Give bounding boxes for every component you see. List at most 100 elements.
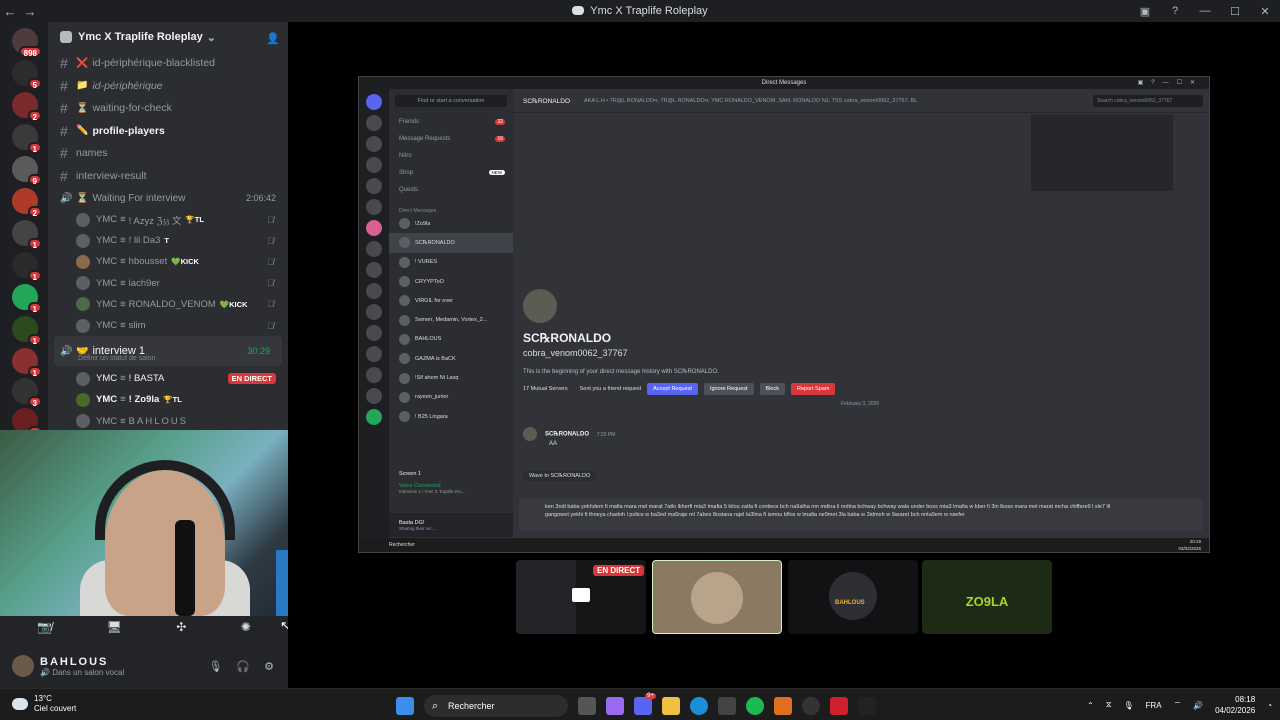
server-icon — [366, 199, 382, 215]
avatar[interactable] — [12, 655, 34, 677]
language-indicator[interactable]: FRA — [1146, 701, 1162, 710]
network-icon[interactable]: ⧖ — [1106, 700, 1112, 710]
store-icon[interactable] — [718, 697, 736, 715]
minimize-button[interactable]: — — [1190, 5, 1220, 17]
headphones-icon[interactable]: 🎧 — [236, 660, 250, 673]
server-icon[interactable]: 3 — [12, 378, 42, 408]
edge-icon[interactable] — [690, 697, 708, 715]
microphone-icon[interactable]: 🎙 — [1123, 701, 1133, 710]
server-icon[interactable]: 5 — [12, 60, 42, 90]
channel-status-hint[interactable]: Définir un statut de salon — [78, 355, 155, 362]
microphone-icon[interactable]: 🎙 — [208, 660, 222, 673]
server-icon[interactable]: 1 — [12, 124, 42, 154]
server-icon[interactable]: 1 — [12, 252, 42, 282]
start-icon[interactable] — [396, 697, 414, 715]
app-icon[interactable] — [774, 697, 792, 715]
screen-share-icon[interactable]: 🖥 — [107, 620, 122, 634]
clock[interactable]: 08:18 04/02/2026 — [1215, 694, 1255, 716]
avatar — [523, 289, 557, 323]
notifications-icon[interactable]: ◔ — [1267, 701, 1272, 710]
server-icon[interactable]: 9 — [12, 156, 42, 186]
help-icon[interactable]: ? — [1160, 5, 1190, 17]
voice-member[interactable]: YMC ≡ hbousset 💚KICK 🎙̸ — [48, 251, 288, 272]
participant-tile[interactable]: ZO9LA — [922, 560, 1052, 634]
server-icon[interactable]: 898 — [12, 28, 42, 58]
channel-item[interactable]: # names — [48, 142, 288, 165]
message-body: AA — [549, 441, 558, 447]
avatar — [76, 212, 90, 227]
weather-widget[interactable]: 13°C Ciel couvert — [12, 694, 76, 714]
camera-off-icon[interactable]: 📷̸ — [37, 620, 52, 634]
channel-item[interactable]: # ❌ id-périphérique-blacklisted — [48, 52, 288, 75]
member-name: ! lil Da3 — [128, 235, 161, 247]
soundboard-icon[interactable]: ✺ — [241, 620, 251, 634]
add-member-icon[interactable]: 👤 — [266, 32, 280, 45]
wifi-icon[interactable]: ⌔ — [1174, 700, 1182, 710]
gear-icon[interactable]: ⚙ — [264, 660, 274, 673]
voice-member[interactable]: YMC ≡! Zo9la 🏆TL — [48, 389, 288, 410]
voice-member[interactable]: YMC ≡! lil Da3 T 🎙̸ — [48, 230, 288, 251]
voice-member[interactable]: YMC ≡! BASTA EN DIRECT — [48, 368, 288, 389]
copilot-icon[interactable] — [606, 697, 624, 715]
maximize-button[interactable]: ☐ — [1220, 5, 1250, 18]
server-icon[interactable]: 1 — [12, 348, 42, 378]
voice-member[interactable]: YMC ≡ lach9er 🎙̸ — [48, 273, 288, 294]
monitor-icon — [572, 588, 590, 602]
voice-member[interactable]: YMC ≡ slim 🎙̸ — [48, 315, 288, 336]
stream-clock-date: 03/02/2026 — [1178, 546, 1201, 551]
server-header[interactable]: Ymc X Traplife Roleplay ⌄ 👤 — [48, 22, 288, 52]
server-icon[interactable]: 2 — [12, 92, 42, 122]
voice-member[interactable]: YMC ≡ RONALDO_VENOM 💚KICK 🎙̸ — [48, 294, 288, 315]
server-icon[interactable]: 2 — [12, 188, 42, 218]
channel-item[interactable]: # interview-result — [48, 165, 288, 188]
inbox-icon[interactable]: ▣ — [1130, 5, 1160, 18]
muted-mic-icon: 🎙̸ — [267, 256, 274, 267]
voice-member[interactable]: YMC ≡ BAHLOUS — [48, 411, 288, 431]
server-icon[interactable]: 1 — [12, 220, 42, 250]
spotify-icon[interactable] — [746, 697, 764, 715]
dm-name: SC℞RONALDO — [415, 239, 455, 246]
member-name: ! BASTA — [128, 373, 165, 385]
channel-item[interactable]: # ⏳ waiting-for-check — [48, 97, 288, 120]
participant-tile[interactable] — [652, 560, 782, 634]
avatar — [76, 392, 90, 407]
stream-preview — [516, 560, 576, 634]
server-icon[interactable]: 1 — [12, 316, 42, 346]
volume-icon[interactable]: 🔊 — [1193, 701, 1203, 710]
nav-nitro: Nitro — [389, 147, 513, 164]
close-button[interactable]: ✕ — [1250, 5, 1280, 18]
hash-icon: # — [60, 55, 68, 72]
member-name: RONALDO_VENOM — [128, 298, 216, 310]
voice-channel-active[interactable]: 🔊 🤝 interview 1 30:29 Définir un statut … — [54, 336, 282, 367]
screen-share-stream[interactable]: Direct Messages ▣?—☐✕ Find or start a con… — [358, 76, 1210, 553]
muted-mic-icon: 🎙̸ — [267, 214, 274, 225]
app-icon[interactable] — [830, 697, 848, 715]
server-name: Ymc X Traplife Roleplay — [78, 31, 203, 43]
app-icon[interactable] — [858, 697, 876, 715]
muted-mic-icon: 🎙̸ — [267, 278, 274, 289]
task-view-icon[interactable] — [578, 697, 596, 715]
separator: ≡ — [120, 277, 126, 289]
channel-item[interactable]: # 📁 id-périphérique — [48, 75, 288, 98]
accept-request-button: Accept Request — [647, 383, 698, 395]
discord-icon[interactable]: 9+ — [634, 693, 656, 715]
avatar — [76, 371, 90, 386]
chevron-up-icon[interactable]: ⌃ — [1087, 701, 1094, 710]
message-draft: ken 3ndi baba yekhdem fi mafia mara mel … — [519, 499, 1203, 531]
member-prefix: YMC — [96, 277, 118, 289]
server-icon — [366, 283, 382, 299]
app-icon[interactable] — [802, 697, 820, 715]
voice-member[interactable]: YMC ≡! Azyz ℨ𝔷𝔷 文 🏆TL 🎙̸ — [48, 209, 288, 230]
taskbar-search[interactable]: Rechercher — [424, 695, 568, 717]
channel-item[interactable]: # ✏️ profile-players — [48, 120, 288, 143]
avatar — [691, 572, 743, 624]
file-explorer-icon[interactable] — [662, 697, 680, 715]
avatar — [399, 218, 410, 230]
date-divider: February 3, 2026 — [841, 401, 880, 407]
member-prefix: YMC — [96, 320, 118, 332]
participant-tile[interactable]: BAHLOUS — [788, 560, 918, 634]
voice-channel[interactable]: 🔊 ⏳ Waiting For interview 2:06:42 — [48, 187, 288, 209]
activities-icon[interactable]: ✣ — [176, 620, 186, 634]
dm-header-name: SC℞RONALDO — [523, 97, 571, 105]
server-icon[interactable]: 1 — [12, 284, 42, 314]
